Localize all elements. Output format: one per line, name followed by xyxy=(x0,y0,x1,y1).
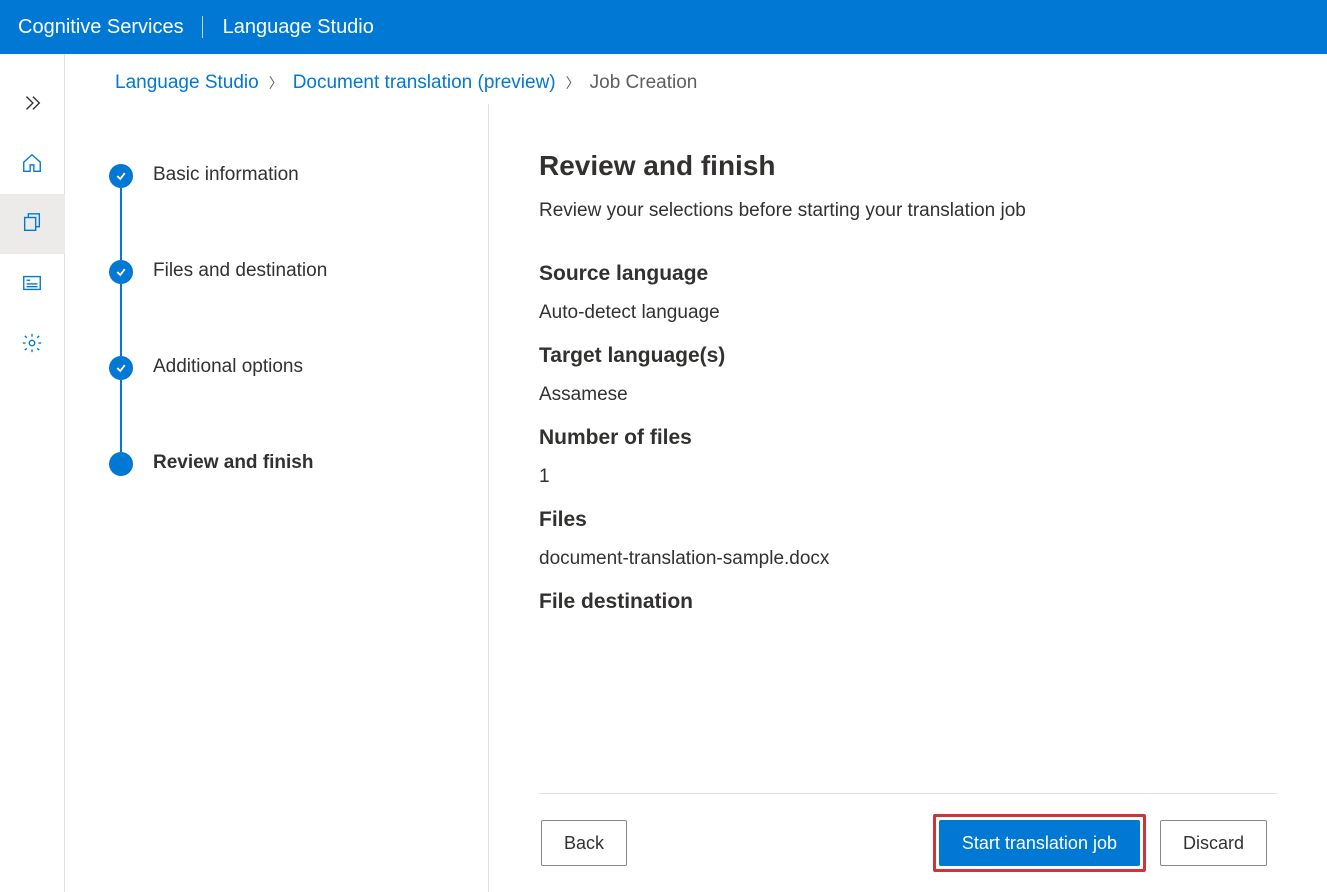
source-language-value: Auto-detect language xyxy=(539,302,1277,324)
content-column: Language Studio 〉 Document translation (… xyxy=(65,54,1327,892)
studio-name[interactable]: Language Studio xyxy=(223,16,374,39)
expand-rail-button[interactable] xyxy=(0,74,65,134)
files-label: Files xyxy=(539,508,1277,532)
source-language-label: Source language xyxy=(539,262,1277,286)
step-status-icon xyxy=(109,164,133,188)
step-label: Files and destination xyxy=(153,260,327,282)
file-destination-label: File destination xyxy=(539,590,1277,614)
breadcrumb-current: Job Creation xyxy=(590,72,698,94)
step-status-icon xyxy=(109,452,133,476)
top-bar: Cognitive Services Language Studio xyxy=(0,0,1327,54)
check-icon xyxy=(115,266,127,278)
wizard-footer: Back Start translation job Discard xyxy=(539,793,1277,892)
gear-icon xyxy=(21,332,43,357)
target-language-value: Assamese xyxy=(539,384,1277,406)
review-panel: Review and finish Review your selections… xyxy=(489,104,1327,892)
step-connector xyxy=(120,188,122,260)
start-translation-button[interactable]: Start translation job xyxy=(939,820,1140,866)
side-rail xyxy=(0,54,65,892)
chevron-right-icon: 〉 xyxy=(269,73,283,93)
target-language-label: Target language(s) xyxy=(539,344,1277,368)
check-icon xyxy=(115,170,127,182)
step-additional-options[interactable]: Additional options xyxy=(109,356,488,380)
step-review-finish[interactable]: Review and finish xyxy=(109,452,488,476)
main-area: Language Studio 〉 Document translation (… xyxy=(0,54,1327,892)
step-connector xyxy=(120,380,122,452)
breadcrumb: Language Studio 〉 Document translation (… xyxy=(65,54,1327,104)
form-icon xyxy=(21,272,43,297)
step-label: Basic information xyxy=(153,164,299,186)
back-button[interactable]: Back xyxy=(541,820,627,866)
rail-item-translate[interactable] xyxy=(0,194,65,254)
chevrons-right-icon xyxy=(21,92,43,117)
discard-button[interactable]: Discard xyxy=(1160,820,1267,866)
check-icon xyxy=(115,362,127,374)
review-scroll: Review and finish Review your selections… xyxy=(539,150,1277,793)
files-value: document-translation-sample.docx xyxy=(539,548,1277,570)
document-stack-icon xyxy=(21,212,43,237)
home-icon xyxy=(21,152,43,177)
number-of-files-label: Number of files xyxy=(539,426,1277,450)
annotation-highlight: Start translation job xyxy=(933,814,1146,872)
page-title: Review and finish xyxy=(539,150,1277,182)
step-files-destination[interactable]: Files and destination xyxy=(109,260,488,284)
step-basic-info[interactable]: Basic information xyxy=(109,164,488,188)
breadcrumb-link-studio[interactable]: Language Studio xyxy=(115,72,259,94)
wizard-columns: Basic information Files and destination … xyxy=(65,104,1327,892)
page-subtitle: Review your selections before starting y… xyxy=(539,200,1277,222)
service-name[interactable]: Cognitive Services xyxy=(18,16,184,39)
number-of-files-value: 1 xyxy=(539,466,1277,488)
rail-item-form[interactable] xyxy=(0,254,65,314)
rail-item-home[interactable] xyxy=(0,134,65,194)
step-status-icon xyxy=(109,356,133,380)
step-label: Additional options xyxy=(153,356,303,378)
wizard-stepper: Basic information Files and destination … xyxy=(109,104,489,892)
rail-item-settings[interactable] xyxy=(0,314,65,374)
step-connector xyxy=(120,284,122,356)
step-label: Review and finish xyxy=(153,452,313,474)
topbar-divider xyxy=(202,16,203,38)
chevron-right-icon: 〉 xyxy=(566,73,580,93)
step-status-icon xyxy=(109,260,133,284)
breadcrumb-link-doctrans[interactable]: Document translation (preview) xyxy=(293,72,556,94)
